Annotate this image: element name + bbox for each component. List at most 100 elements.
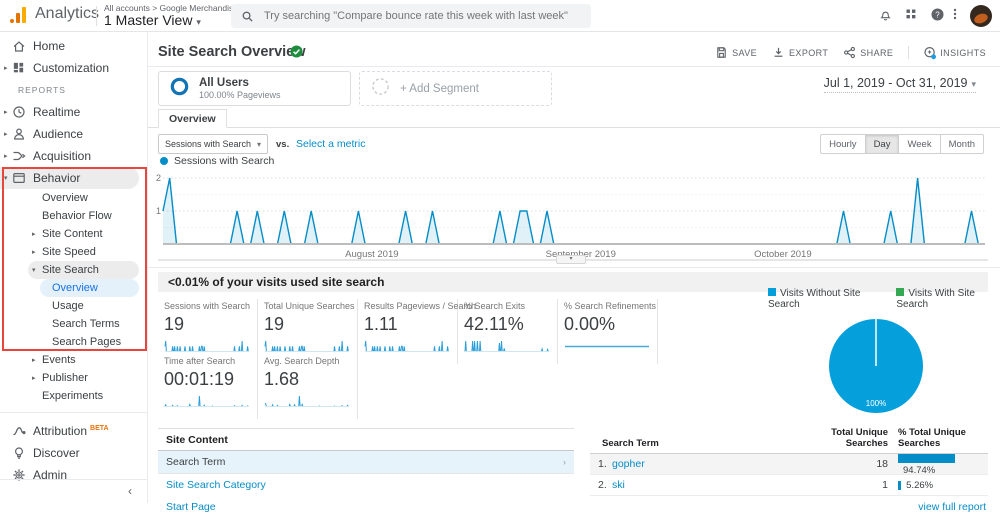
save-icon [715, 46, 728, 59]
scorecard-sparkline [164, 394, 250, 413]
action-label: EXPORT [789, 47, 829, 58]
action-export-button[interactable]: EXPORT [772, 46, 828, 59]
action-label: INSIGHTS [940, 47, 986, 58]
chevron-right-icon: ▸ [4, 153, 8, 160]
pie-legend-item-visits-without-site-search: Visits Without Site Search [768, 288, 884, 310]
row-rank: 2. [598, 478, 607, 491]
divider [148, 267, 1000, 268]
apps-grid-icon[interactable] [904, 7, 922, 25]
dimension-row-search-term[interactable]: Search Term › [158, 451, 574, 474]
search-term-link[interactable]: gopher [612, 458, 645, 470]
notifications-bell-icon[interactable] [878, 7, 896, 25]
scorecard-label: Avg. Search Depth [264, 356, 340, 366]
chart-collapse-handle[interactable]: ▾ [556, 255, 586, 264]
analytics-logo-icon [10, 6, 28, 24]
granularity-hourly[interactable]: Hourly [820, 134, 866, 154]
sidebar-item-search-pages[interactable]: Search Pages [0, 333, 139, 351]
chevron-right-icon: ▸ [4, 131, 8, 138]
sidebar-item-site-search[interactable]: ▾ Site Search [28, 261, 139, 279]
global-search[interactable] [231, 4, 591, 28]
help-icon[interactable]: ? [930, 7, 948, 25]
table-row: 2. ski 1 5.26% [590, 475, 988, 496]
sidebar-item-behavior-flow[interactable]: Behavior Flow [0, 207, 139, 225]
scorecard-value: 19 [264, 314, 285, 334]
sidebar-item-publisher[interactable]: ▸ Publisher [0, 369, 139, 387]
sidebar: Home ▸ Customization REPORTS ▸ Realtime ▸ Audie… [0, 32, 148, 503]
chevron-down-icon: ▾ [971, 79, 976, 89]
vs-label: vs. [276, 139, 290, 150]
sidebar-divider [0, 412, 147, 413]
view-picker[interactable]: 1 Master View ▾ [104, 12, 201, 28]
sidebar-item-events[interactable]: ▸ Events [0, 351, 139, 369]
search-icon [241, 10, 254, 23]
legend-label: Sessions with Search [174, 155, 275, 167]
left-table-header: Site Content [158, 428, 574, 451]
sidebar-item-behavior[interactable]: ▾ Behavior [0, 167, 139, 189]
add-segment-circle-icon [370, 76, 391, 102]
sidebar-item-site-speed[interactable]: ▸ Site Speed [0, 243, 139, 261]
svg-text:1: 1 [156, 206, 161, 216]
sidebar-item-site-content[interactable]: ▸ Site Content [0, 225, 139, 243]
action-share-button[interactable]: SHARE [843, 46, 893, 59]
select-a-metric-link[interactable]: Select a metric [296, 138, 365, 150]
brand-name: Analytics [35, 5, 100, 22]
top-app-bar: Analytics All accounts > Google Merchand… [0, 0, 1000, 32]
svg-text:100%: 100% [866, 399, 886, 408]
scorecard-value: 19 [164, 314, 185, 334]
sidebar-item-home[interactable]: Home [0, 35, 139, 57]
sidebar-item-realtime[interactable]: ▸ Realtime [0, 101, 139, 123]
add-segment-label: + Add Segment [400, 82, 479, 95]
segment-all-users[interactable]: All Users 100.00% Pageviews [158, 71, 351, 106]
more-vertical-dots-icon[interactable] [948, 7, 966, 25]
scorecard-label: % Search Exits [464, 301, 526, 311]
action-insights-button[interactable]: INSIGHTS [908, 46, 986, 60]
dimension-link-start-page[interactable]: Start Page [158, 496, 574, 518]
collapse-sidebar-icon[interactable]: ‹ [128, 484, 132, 498]
scorecard-search-refinements[interactable]: % Search Refinements 0.00% [558, 299, 658, 364]
page-title: Site Search Overview [158, 44, 306, 60]
sidebar-section-label: REPORTS [18, 85, 66, 95]
scorecard-value: 1.11 [364, 314, 398, 334]
add-segment-button[interactable]: + Add Segment [359, 71, 552, 106]
sidebar-item-overview[interactable]: Overview [0, 189, 139, 207]
granularity-day[interactable]: Day [865, 134, 900, 154]
brand[interactable]: Analytics [10, 5, 99, 24]
sidebar-item-acquisition[interactable]: ▸ Acquisition [0, 145, 139, 167]
dimension-label: Search Term [166, 456, 226, 468]
timeline-chart[interactable]: 21 [155, 169, 990, 247]
audience-icon [12, 127, 26, 141]
date-range-picker[interactable]: Jul 1, 2019 - Oct 31, 2019 ▾ [823, 76, 976, 93]
chevron-right-icon: ▸ [32, 249, 36, 256]
total-unique-searches-value: 1 [882, 478, 888, 491]
scorecard-sparkline [264, 394, 350, 413]
action-save-button[interactable]: SAVE [715, 46, 757, 59]
search-term-link[interactable]: ski [612, 479, 625, 491]
metric-dropdown[interactable]: Sessions with Search ▾ [158, 134, 268, 154]
scorecard-time-after-search[interactable]: Time after Search 00:01:19 [158, 354, 258, 419]
granularity-month[interactable]: Month [940, 134, 984, 154]
user-avatar[interactable] [970, 5, 992, 27]
sidebar-item-audience[interactable]: ▸ Audience [0, 123, 139, 145]
sidebar-item-discover[interactable]: Discover [0, 442, 139, 464]
scorecard-results-pageviews-search[interactable]: Results Pageviews / Search 1.11 [358, 299, 476, 364]
scorecard-search-exits[interactable]: % Search Exits 42.11% [458, 299, 558, 364]
legend-square-icon [896, 288, 905, 296]
scorecard-value: 42.11% [464, 314, 524, 334]
sidebar-item-customization[interactable]: ▸ Customization [0, 57, 139, 79]
pie-legend-label: Visits With Site Search [896, 288, 975, 310]
sidebar-item-experiments[interactable]: Experiments [0, 387, 139, 405]
sidebar-item-search-terms[interactable]: Search Terms [0, 315, 139, 333]
search-input[interactable] [264, 10, 581, 22]
pie-chart: 100% [820, 316, 932, 433]
sidebar-nav: Home ▸ Customization REPORTS ▸ Realtime ▸ Audie… [0, 35, 147, 486]
scorecard-avg-search-depth[interactable]: Avg. Search Depth 1.68 [258, 354, 358, 419]
view-full-report-link[interactable]: view full report [590, 496, 988, 513]
tab-overview[interactable]: Overview [158, 109, 227, 128]
sidebar-item-overview[interactable]: Overview [40, 279, 139, 297]
percentage-bar [898, 480, 902, 490]
svg-text:2: 2 [156, 173, 161, 183]
granularity-week[interactable]: Week [899, 134, 941, 154]
dimension-link-site-search-category[interactable]: Site Search Category [158, 474, 574, 496]
sidebar-item-usage[interactable]: Usage [0, 297, 139, 315]
sidebar-item-attribution[interactable]: Attribution BETA [0, 420, 139, 442]
